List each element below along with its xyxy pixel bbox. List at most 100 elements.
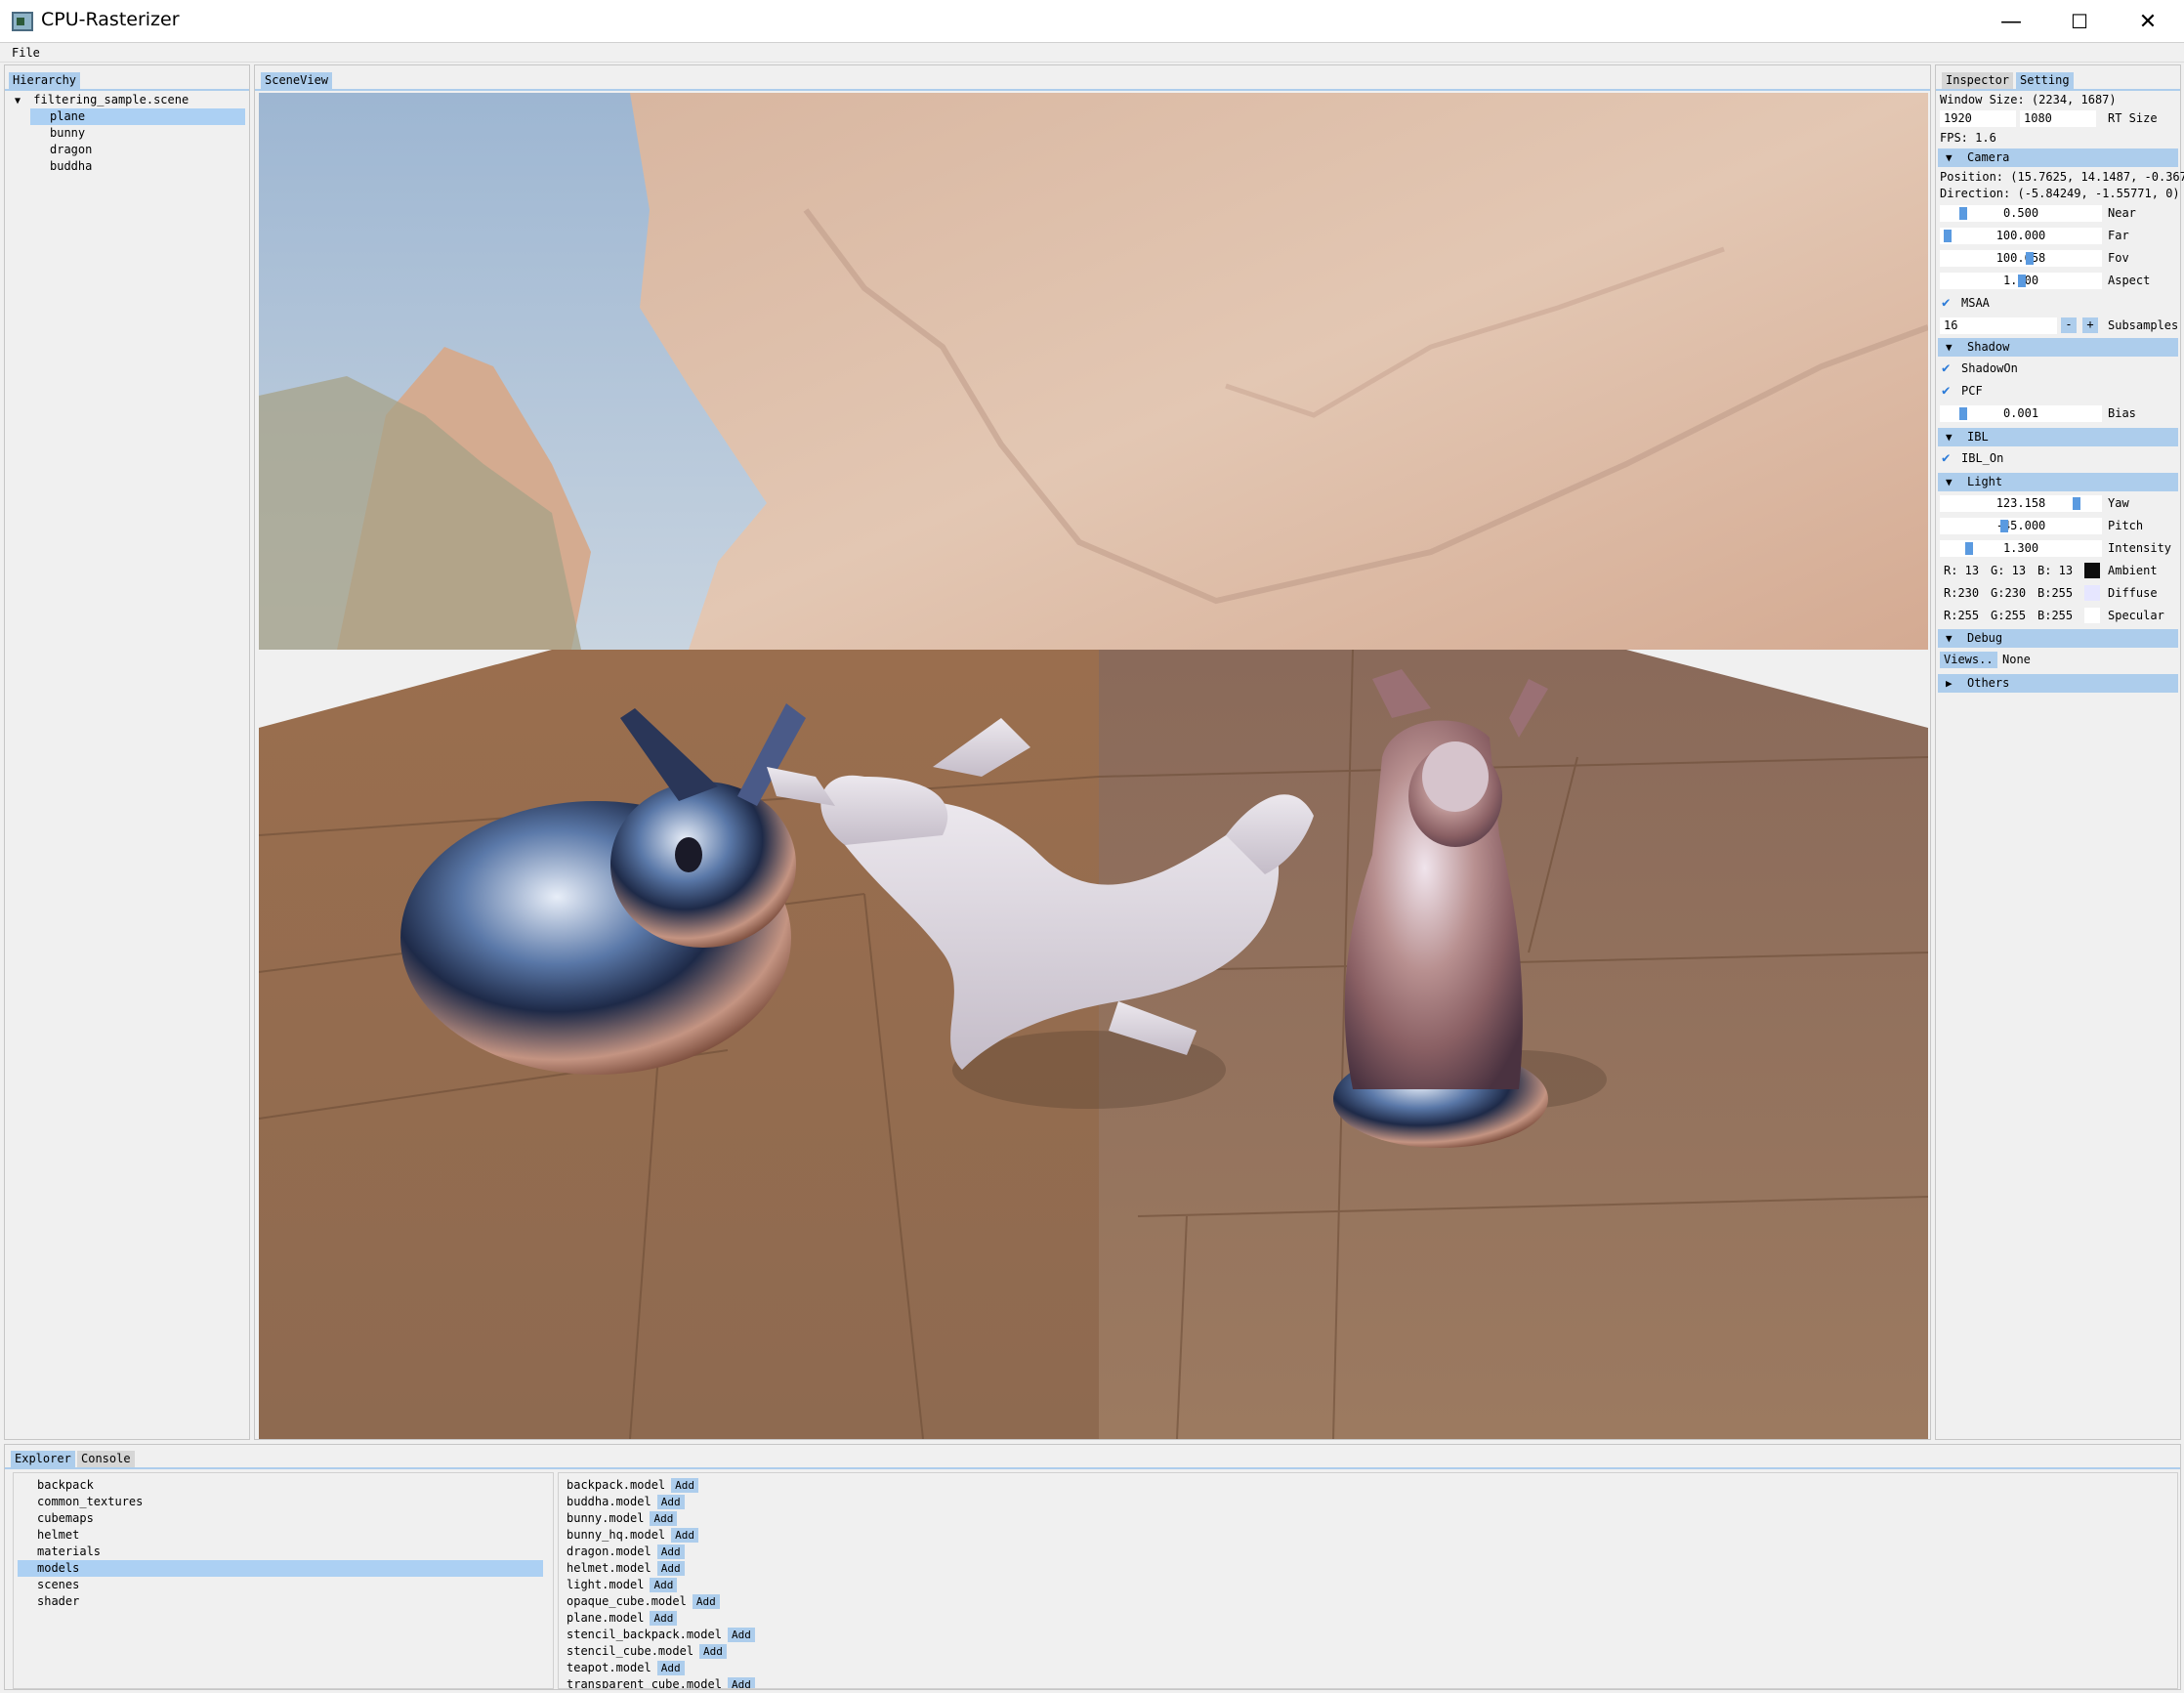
tab-setting[interactable]: Setting xyxy=(2016,72,2074,89)
subsamples-label: Subsamples xyxy=(2108,318,2179,332)
slider-grab[interactable] xyxy=(1965,542,1973,555)
maximize-button[interactable]: ☐ xyxy=(2045,0,2114,43)
collapse-arrow-icon: ▼ xyxy=(1946,151,1953,164)
camera-position-text: Position: (15.7625, 14.1487, -0.367 xyxy=(1940,170,2184,184)
hierarchy-item-buddha[interactable]: buddha xyxy=(50,158,92,175)
diffuse-r-field[interactable]: R:230 xyxy=(1944,585,1979,602)
debug-views-button[interactable]: Views.. xyxy=(1940,652,1997,668)
file-list: backpack.model Add buddha.model Add bunny.… xyxy=(558,1472,2178,1689)
camera-section-header[interactable]: ▼ Camera xyxy=(1938,148,2178,167)
slider-grab[interactable] xyxy=(2073,497,2080,510)
light-section-header[interactable]: ▼ Light xyxy=(1938,473,2178,491)
specular-label: Specular xyxy=(2108,609,2164,622)
add-button[interactable]: Add xyxy=(650,1611,678,1626)
add-button[interactable]: Add xyxy=(671,1478,699,1493)
shadow-section-header[interactable]: ▼ Shadow xyxy=(1938,338,2178,357)
inspector-panel: Inspector Setting Window Size: (2234, 16… xyxy=(1935,64,2184,1440)
add-button[interactable]: Add xyxy=(671,1528,699,1543)
ambient-r-field[interactable]: R: 13 xyxy=(1944,563,1979,579)
ibl-section-header[interactable]: ▼ IBL xyxy=(1938,428,2178,446)
folder-item[interactable]: backpack xyxy=(37,1477,94,1494)
file-item: stencil_backpack.model Add xyxy=(567,1627,755,1643)
debug-section-header[interactable]: ▼ Debug xyxy=(1938,629,2178,648)
slider-grab[interactable] xyxy=(2018,275,2026,287)
pcf-label: PCF xyxy=(1961,384,1983,398)
ambient-b-field[interactable]: B: 13 xyxy=(2037,563,2073,579)
bias-slider[interactable]: 0.001 xyxy=(1940,405,2102,422)
yaw-slider[interactable]: 123.158 xyxy=(1940,495,2102,512)
subsamples-minus-button[interactable]: - xyxy=(2061,317,2077,333)
add-button[interactable]: Add xyxy=(692,1594,720,1609)
rt-height-field[interactable]: 1080 xyxy=(2020,110,2096,127)
add-button[interactable]: Add xyxy=(650,1578,678,1592)
file-item: backpack.model Add xyxy=(567,1477,699,1494)
scene-root[interactable]: ▼ filtering_sample.scene xyxy=(15,92,189,108)
ambient-color-swatch[interactable] xyxy=(2084,563,2100,578)
folder-item[interactable]: cubemaps xyxy=(37,1510,94,1527)
pcf-checkbox[interactable]: ✔ xyxy=(1942,383,1955,400)
menu-file[interactable]: File xyxy=(12,46,40,60)
close-button[interactable]: ✕ xyxy=(2114,0,2182,43)
add-button[interactable]: Add xyxy=(650,1511,678,1526)
msaa-checkbox[interactable]: ✔ xyxy=(1942,295,1955,312)
specular-color-swatch[interactable] xyxy=(2084,608,2100,623)
hierarchy-item-dragon[interactable]: dragon xyxy=(50,142,92,158)
add-button[interactable]: Add xyxy=(699,1644,727,1659)
shadow-on-checkbox[interactable]: ✔ xyxy=(1942,360,1955,377)
far-slider[interactable]: 100.000 xyxy=(1940,228,2102,244)
fov-slider[interactable]: 100.658 xyxy=(1940,250,2102,267)
add-button[interactable]: Add xyxy=(656,1545,685,1559)
near-slider[interactable]: 0.500 xyxy=(1940,205,2102,222)
specular-r-field[interactable]: R:255 xyxy=(1944,608,1979,624)
slider-grab[interactable] xyxy=(1959,207,1967,220)
file-item: transparent_cube.model Add xyxy=(567,1676,755,1688)
file-item: plane.model Add xyxy=(567,1610,678,1627)
ibl-on-label: IBL_On xyxy=(1961,451,2004,465)
tab-sceneview[interactable]: SceneView xyxy=(261,72,333,89)
near-label: Near xyxy=(2108,206,2136,220)
rt-width-field[interactable]: 1920 xyxy=(1940,110,2016,127)
folder-item-selected[interactable]: models xyxy=(18,1560,543,1577)
menu-bar: File xyxy=(0,44,2184,63)
subsamples-plus-button[interactable]: + xyxy=(2082,317,2098,333)
collapse-arrow-icon: ▼ xyxy=(1946,341,1953,354)
hierarchy-item-plane[interactable]: plane xyxy=(30,108,245,125)
pitch-label: Pitch xyxy=(2108,519,2144,532)
hierarchy-panel: Hierarchy ▼ filtering_sample.scene plane… xyxy=(4,64,250,1440)
folder-item[interactable]: scenes xyxy=(37,1577,79,1593)
others-section-header[interactable]: ▶ Others xyxy=(1938,674,2178,693)
slider-grab[interactable] xyxy=(2026,252,2034,265)
folder-item[interactable]: common_textures xyxy=(37,1494,143,1510)
expand-arrow-icon: ▼ xyxy=(15,96,21,106)
specular-g-field[interactable]: G:255 xyxy=(1991,608,2026,624)
diffuse-g-field[interactable]: G:230 xyxy=(1991,585,2026,602)
ibl-on-checkbox[interactable]: ✔ xyxy=(1942,450,1955,467)
hierarchy-item-bunny[interactable]: bunny xyxy=(50,125,85,142)
add-button[interactable]: Add xyxy=(656,1661,685,1675)
expand-arrow-icon: ▶ xyxy=(1946,677,1953,690)
subsamples-input[interactable]: 16 xyxy=(1940,317,2057,334)
tab-explorer[interactable]: Explorer xyxy=(11,1451,75,1467)
aspect-slider[interactable]: 1.000 xyxy=(1940,273,2102,289)
tab-hierarchy[interactable]: Hierarchy xyxy=(9,72,81,89)
folder-item[interactable]: shader xyxy=(37,1593,79,1610)
slider-grab[interactable] xyxy=(1959,407,1967,420)
specular-b-field[interactable]: B:255 xyxy=(2037,608,2073,624)
diffuse-b-field[interactable]: B:255 xyxy=(2037,585,2073,602)
add-button[interactable]: Add xyxy=(727,1677,755,1688)
tab-inspector[interactable]: Inspector xyxy=(1942,72,2014,89)
add-button[interactable]: Add xyxy=(656,1561,685,1576)
ambient-g-field[interactable]: G: 13 xyxy=(1991,563,2026,579)
add-button[interactable]: Add xyxy=(656,1495,685,1509)
folder-item[interactable]: helmet xyxy=(37,1527,79,1544)
pitch-slider[interactable]: -45.000 xyxy=(1940,518,2102,534)
intensity-slider[interactable]: 1.300 xyxy=(1940,540,2102,557)
scene-render-viewport[interactable] xyxy=(259,93,1928,1439)
slider-grab[interactable] xyxy=(2000,520,2008,532)
slider-grab[interactable] xyxy=(1944,230,1952,242)
diffuse-color-swatch[interactable] xyxy=(2084,585,2100,601)
folder-item[interactable]: materials xyxy=(37,1544,101,1560)
tab-console[interactable]: Console xyxy=(77,1451,135,1467)
minimize-button[interactable]: — xyxy=(1977,0,2045,43)
add-button[interactable]: Add xyxy=(727,1628,755,1642)
